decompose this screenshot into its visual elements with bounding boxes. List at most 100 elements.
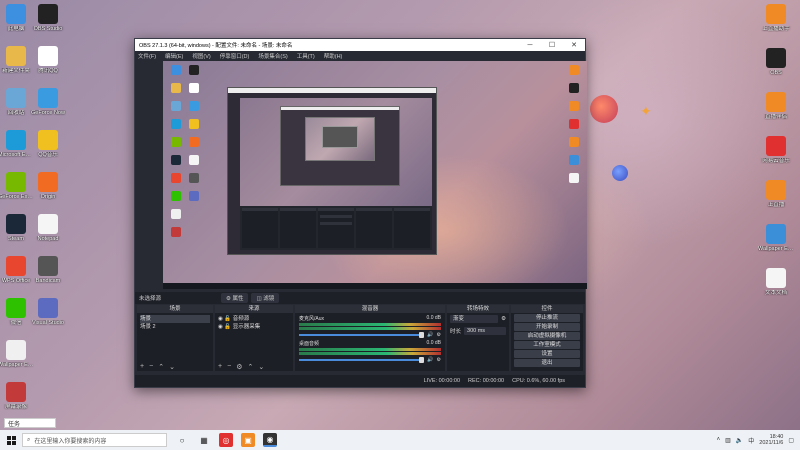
desktop-icon[interactable]: 新建文件夹 [0, 46, 34, 74]
clock[interactable]: 18:40 2021/11/6 [759, 434, 783, 447]
desktop-icon[interactable]: Bandicam [30, 256, 66, 284]
source-item[interactable]: ◉ 🔓 显示器采集 [218, 323, 290, 331]
app-icon[interactable]: ▣ [241, 433, 255, 447]
remove-icon[interactable]: − [149, 363, 153, 370]
remove-icon[interactable]: − [227, 363, 231, 370]
filters-button[interactable]: ◫ 滤镜 [251, 293, 280, 303]
desktop-icon[interactable]: Origin [30, 172, 66, 200]
desktop-icon[interactable]: Wallpaper Engine [0, 340, 34, 368]
task-popup[interactable]: 任务 [4, 418, 56, 428]
speaker-icon[interactable]: 🔊 [427, 357, 433, 363]
search-icon: ⌕ [27, 436, 31, 443]
control-button[interactable]: 开始录制 [514, 323, 580, 331]
move-down-icon[interactable]: ⌄ [258, 363, 264, 371]
transition-select[interactable]: 渐变 [450, 315, 499, 323]
volume-slider[interactable] [299, 332, 425, 338]
desktop-icon[interactable]: 微信 [0, 298, 34, 326]
search-input[interactable]: ⌕ 在这里输入你要搜索的内容 [22, 433, 167, 447]
menu-item[interactable]: 视图(V) [192, 52, 210, 60]
obs-icon[interactable]: ◉ [263, 433, 277, 447]
control-button[interactable]: 工作室模式 [514, 341, 580, 349]
network-icon[interactable]: ▥ [725, 437, 731, 444]
desktop-icon[interactable]: OBS Studio [30, 4, 66, 32]
gear-icon[interactable]: ⚙ [437, 357, 441, 363]
desktop-icon[interactable]: 屏幕录像 [0, 382, 34, 410]
close-icon[interactable]: ✕ [563, 41, 585, 49]
menu-item[interactable]: 工具(T) [297, 52, 315, 60]
start-button[interactable] [0, 435, 22, 445]
desktop-icon[interactable]: Steam [0, 214, 34, 242]
source-label: 音频源 [232, 316, 250, 322]
move-up-icon[interactable]: ⌃ [247, 363, 253, 371]
desktop-icon[interactable]: 回收站 [0, 88, 34, 116]
document-icon [38, 214, 58, 234]
desktop-icon[interactable]: Wallpaper Engine [758, 224, 794, 252]
notification-icon[interactable]: ▢ [788, 437, 794, 444]
eye-icon[interactable]: ◉ [218, 324, 223, 330]
search-placeholder: 在这里输入你要搜索的内容 [34, 438, 107, 445]
properties-button[interactable]: ⚙ 属性 [221, 293, 249, 303]
live-status: LIVE: 00:00:00 [423, 378, 461, 384]
control-button[interactable]: 退出 [514, 359, 580, 367]
desktop-icon-label: 回收站 [7, 110, 25, 116]
move-up-icon[interactable]: ⌃ [158, 363, 164, 371]
desktop-icon[interactable]: OBS [758, 48, 794, 76]
eye-icon[interactable]: ◉ [218, 316, 223, 322]
gear-icon[interactable]: ⚙ [501, 316, 506, 322]
desktop-icon[interactable]: Microsoft Edge [0, 130, 34, 158]
gear-icon[interactable]: ⚙ [437, 332, 441, 338]
desktop-icon[interactable]: 此电脑 [0, 4, 34, 32]
lock-icon[interactable]: 🔓 [224, 324, 231, 330]
add-icon[interactable]: + [218, 363, 222, 370]
desktop-icon[interactable]: 上直播 [758, 180, 794, 208]
netease-music-icon[interactable]: ◎ [219, 433, 233, 447]
obs-window[interactable]: OBS 27.1.3 (64-bit, windows) - 配置文件: 未命名… [134, 38, 587, 388]
menu-item[interactable]: 停靠窗口(D) [220, 52, 250, 60]
control-button[interactable]: 设置 [514, 350, 580, 358]
desktop-icon[interactable]: 网易云音乐 [758, 136, 794, 164]
lock-icon[interactable]: 🔓 [224, 316, 231, 322]
gear-icon[interactable]: ⚙ [236, 363, 242, 371]
desktop-icon[interactable]: GeForce Now [30, 88, 66, 116]
move-down-icon[interactable]: ⌄ [169, 363, 175, 371]
duration-field[interactable]: 300 ms [464, 327, 506, 335]
menu-item[interactable]: 编辑(E) [165, 52, 183, 60]
desktop-icon[interactable]: 上直播助手 [758, 4, 794, 32]
desktop-icon-label: Origin [40, 194, 56, 200]
mixer-channel: 麦克风/Aux 0.0 dB 🔊 ⚙ [295, 313, 445, 338]
grid-icon[interactable]: ▦ [197, 433, 211, 447]
control-button[interactable]: 停止推流 [514, 314, 580, 322]
add-icon[interactable]: + [140, 363, 144, 370]
task-view-icon[interactable]: ○ [175, 433, 189, 447]
desktop-icon[interactable]: QQ音乐 [30, 130, 66, 158]
volume-icon[interactable]: 🔈 [736, 437, 743, 444]
volume-slider[interactable] [299, 357, 425, 363]
desktop-icon[interactable]: 文本文档 [758, 268, 794, 296]
desktop-icon[interactable]: Notepad [30, 214, 66, 242]
volume-meter [299, 352, 441, 355]
maximize-icon[interactable]: ☐ [541, 41, 563, 49]
menu-item[interactable]: 场景集合(S) [258, 52, 287, 60]
minimize-icon[interactable]: ─ [519, 42, 541, 49]
wallpaper-planet-small [612, 165, 628, 181]
preview-canvas[interactable] [163, 61, 587, 289]
ime-icon[interactable]: 中 [748, 436, 754, 445]
chevron-up-icon[interactable]: ˄ [717, 437, 721, 443]
scene-item[interactable]: 场景 2 [140, 323, 210, 331]
qq-icon [38, 46, 58, 66]
speaker-icon[interactable]: 🔊 [427, 332, 433, 338]
desktop-icon[interactable]: 腾讯QQ [30, 46, 66, 74]
channel-db: 0.0 dB [426, 315, 441, 321]
app-icon [766, 4, 786, 24]
menu-item[interactable]: 帮助(H) [324, 52, 343, 60]
desktop-icon[interactable]: Visual Studio [30, 298, 66, 326]
desktop-icon[interactable]: 直播伴侣 [758, 92, 794, 120]
menu-item[interactable]: 文件(F) [138, 52, 156, 60]
obs-icon [766, 48, 786, 68]
control-button[interactable]: 启动虚拟摄像机 [514, 332, 580, 340]
obs-titlebar[interactable]: OBS 27.1.3 (64-bit, windows) - 配置文件: 未命名… [135, 39, 585, 51]
desktop-icon[interactable]: GeForce Experience [0, 172, 34, 200]
source-item[interactable]: ◉ 🔓 音频源 [218, 315, 290, 323]
scene-item[interactable]: 场景 [140, 315, 210, 323]
desktop-icon[interactable]: WPS Office [0, 256, 34, 284]
